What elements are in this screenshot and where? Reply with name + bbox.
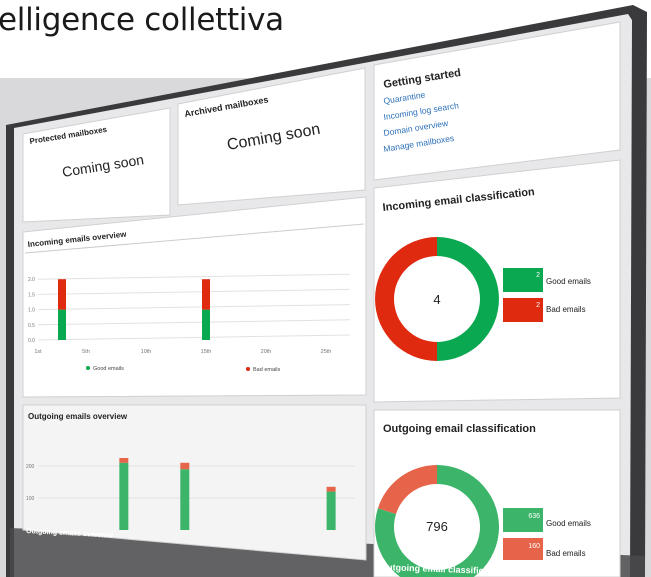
incoming-x-tick: 1st [34,349,42,355]
incoming-bad-bar-mark [58,279,66,310]
outgoing-overview-card: Outgoing emails overview 100200 Outgoing… [22,404,367,561]
outgoing-total: 796 [426,519,448,534]
incoming-good-bar-mark [202,309,210,340]
outgoing-good-bar-mark [326,491,336,530]
outgoing-good-bar-mark [119,462,129,530]
incoming-y-tick: 1.5 [28,292,35,298]
incoming-good-count: 2 [536,272,540,279]
incoming-good-label: Good emails [546,277,591,286]
legend-bad-label: Bad emails [253,367,280,373]
incoming-x-tick: 25th [321,349,332,355]
legend-bad-marker [246,367,250,371]
incoming-classification-card: Incoming email classification 4 2 Good e… [373,159,621,403]
incoming-bad-label: Bad emails [546,305,586,314]
incoming-x-tick: 10th [141,349,152,355]
incoming-y-tick: 2.0 [28,277,35,283]
outgoing-bad-bar-mark [326,486,336,492]
outgoing-bad-bar-mark [180,462,190,470]
incoming-x-tick: 20th [261,349,272,355]
incoming-total: 4 [433,292,440,307]
outgoing-classification-title: Outgoing email classification [383,423,536,435]
outgoing-bad-label: Bad emails [546,549,586,558]
outgoing-good-bar-mark [180,469,190,530]
incoming-x-tick: 5th [82,349,90,355]
legend-good-marker [86,366,90,370]
incoming-x-tick: 15th [201,349,212,355]
outgoing-classification-card: Outgoing email classification 796 636 Go… [373,409,621,577]
outgoing-overview-title: Outgoing emails overview [28,412,128,421]
incoming-y-tick: 0.0 [28,338,35,344]
legend-good-label: Good emails [93,366,124,372]
outgoing-bad-count: 160 [528,543,540,550]
outgoing-y-tick: 100 [26,496,35,502]
incoming-bad-count: 2 [536,302,540,309]
outgoing-bad-bar-mark [119,458,129,463]
outgoing-good-count: 636 [528,513,540,520]
incoming-y-tick: 1.0 [28,308,35,314]
outgoing-good-bar [503,508,543,532]
outgoing-good-label: Good emails [546,519,591,528]
incoming-y-tick: 0.5 [28,323,35,329]
outgoing-y-tick: 200 [26,464,35,470]
incoming-good-bar-mark [58,309,66,340]
monitor-scene: Protected mailboxes Coming soon Archived… [6,5,647,577]
incoming-overview-card: Incoming emails overview 0.00.51.01.52.0… [22,196,367,398]
incoming-bad-bar-mark [202,279,210,310]
